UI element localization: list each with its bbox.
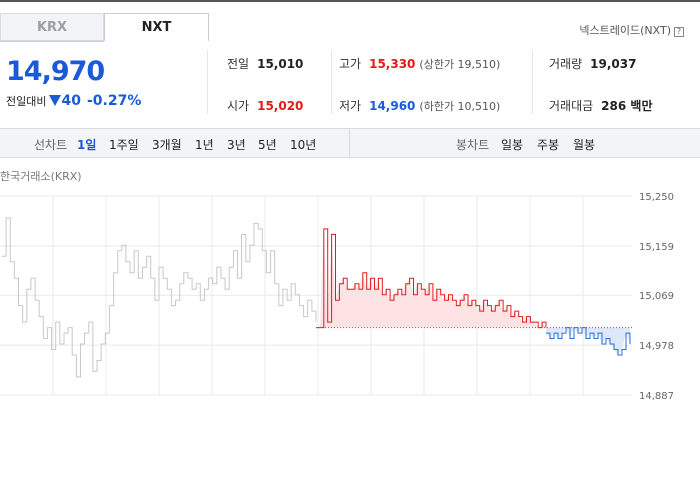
line-chart-label: 선차트 [34,138,68,152]
stat-value: 14,960 [369,99,416,113]
stat-label: 거래대금 [549,99,594,113]
y-tick-label: 14,887 [639,391,674,402]
price-change: 전일대비 40 -0.27% [6,93,141,109]
current-price: 14,970 [6,56,105,87]
y-tick-label: 15,159 [639,242,674,253]
stat-prev-close: 전일 15,010 [227,55,303,72]
period-3y[interactable]: 3년 [227,136,246,153]
stat-value: 15,010 [257,57,304,71]
tab-krx[interactable]: KRX [0,13,104,41]
period-1d[interactable]: 1일 [77,136,96,153]
stat-value: 286 백만 [601,99,653,113]
stat-label: 저가 [339,99,362,113]
nxt-info-text: 넥스트레이드(NXT) [579,24,671,37]
tab-nxt[interactable]: NXT [104,13,209,41]
top-border [0,0,700,2]
chart-menu-bar: 선차트 1일 1주일 3개월 1년 3년 5년 10년 봉차트 일봉 주봉 월봉 [0,128,700,158]
change-amount: 40 [61,93,81,109]
period-5y[interactable]: 5년 [258,136,277,153]
intraday-price-chart[interactable]: 15,250 15,159 15,069 14,978 14,887 [0,180,700,402]
help-icon[interactable]: ? [674,27,684,37]
stat-open: 시가 15,020 [227,97,303,114]
stat-label: 시가 [227,99,250,113]
stat-divider [532,50,533,114]
period-1y[interactable]: 1년 [195,136,214,153]
candle-weekly[interactable]: 주봉 [537,136,559,153]
stat-value: 15,330 [369,57,416,71]
price-area-fill [316,228,546,328]
change-label: 전일대비 [6,95,47,108]
candle-chart-label: 봉차트 [456,138,490,152]
change-percent: -0.27% [86,93,142,109]
nxt-info-label: 넥스트레이드(NXT)? [579,22,684,38]
stat-high: 고가 15,330 (상한가 19,510) [339,55,500,72]
menu-divider [349,129,350,157]
stat-label: 거래량 [549,57,583,71]
candle-daily[interactable]: 일봉 [501,136,523,153]
stat-low: 저가 14,960 (하한가 10,510) [339,97,500,114]
stat-value: 15,020 [257,99,304,113]
stat-value: 19,037 [590,57,637,71]
y-tick-label: 15,069 [639,291,674,302]
stat-label: 고가 [339,57,362,71]
period-10y[interactable]: 10년 [290,136,316,153]
period-3m[interactable]: 3개월 [152,136,182,153]
period-1w[interactable]: 1주일 [109,136,139,153]
summary-divider [207,50,208,114]
y-tick-label: 15,250 [639,192,674,203]
market-tabs: KRX NXT [0,13,209,41]
tab-underline [0,41,104,42]
stat-label: 전일 [227,57,250,71]
y-tick-label: 14,978 [639,341,674,352]
stat-divider [331,50,332,114]
down-triangle-icon [49,95,62,106]
upper-limit: (상한가 19,510) [419,58,501,71]
stat-trade-amount: 거래대금 286 백만 [549,97,652,114]
candle-monthly[interactable]: 월봉 [573,136,595,153]
stat-volume: 거래량 19,037 [549,55,636,72]
lower-limit: (하한가 10,510) [419,100,501,113]
price-area-fill [546,327,630,355]
